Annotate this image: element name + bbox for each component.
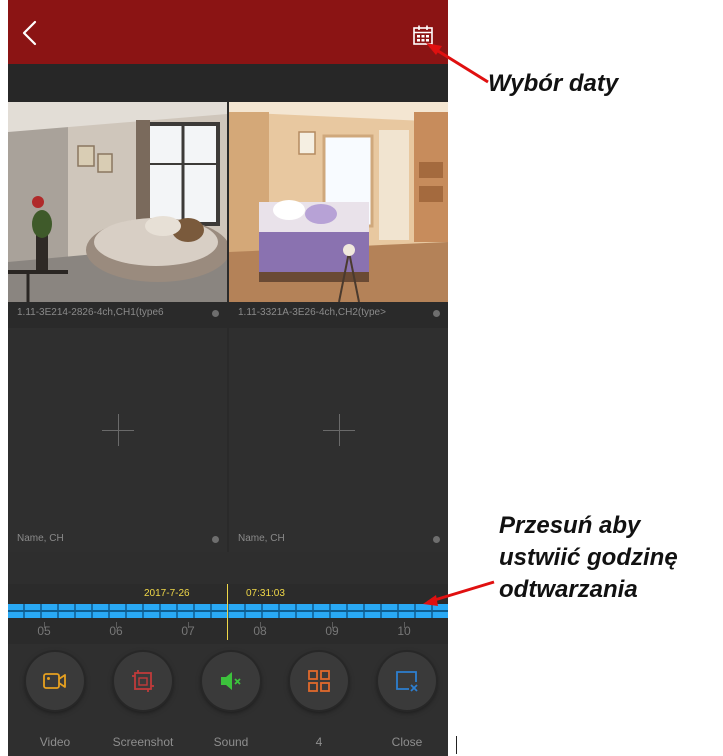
arrow-date-selection	[429, 44, 489, 84]
arrow-head-icon	[423, 595, 438, 606]
annotation-slide-line-1: Przesuń aby	[499, 512, 641, 539]
annotation-arrows	[423, 43, 495, 606]
annotation-date-selection: Wybór daty	[488, 70, 619, 97]
arrow-timeline	[427, 580, 495, 604]
annotation-slide-line-3: odtwarzania	[499, 576, 638, 603]
annotation-slide-line-2: ustwiić godzinę	[499, 544, 678, 571]
text-cursor	[456, 736, 457, 754]
